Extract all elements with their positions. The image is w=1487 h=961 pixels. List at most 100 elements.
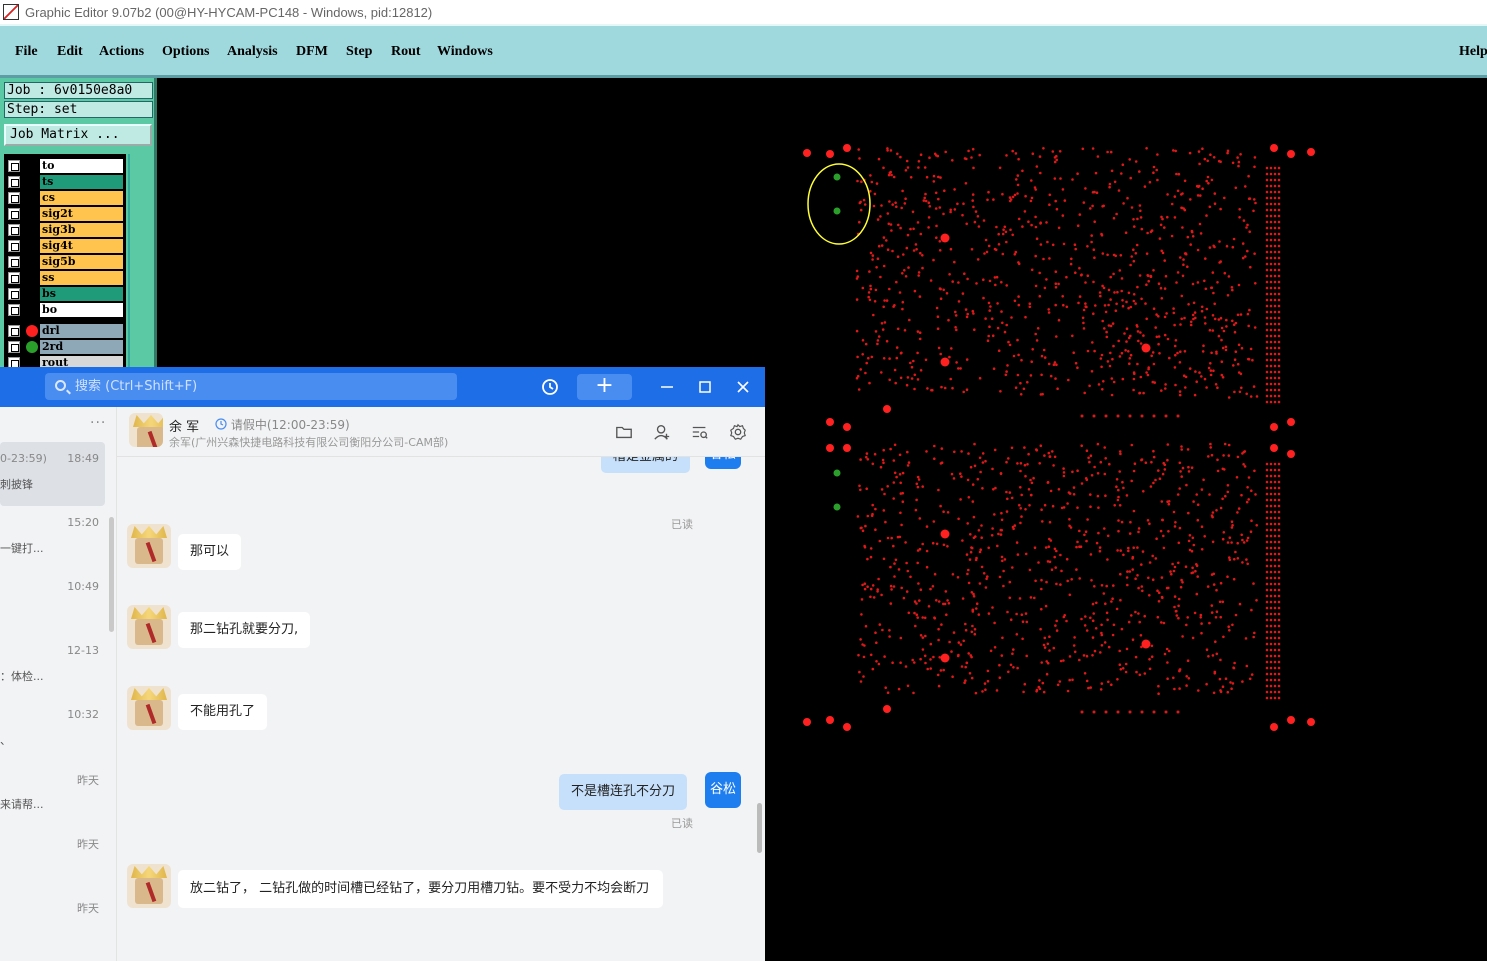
my-avatar[interactable]: 谷松 <box>705 772 741 808</box>
layer-row-sig2t[interactable]: sig2t <box>4 206 126 222</box>
drill-hole <box>913 661 916 664</box>
layer-row-bo[interactable]: bo <box>4 302 126 318</box>
layer-checkbox[interactable] <box>8 192 20 204</box>
drill-hole <box>906 233 910 237</box>
layer-row-ts[interactable]: ts <box>4 174 126 190</box>
contact-avatar[interactable] <box>127 864 171 908</box>
layer-row-sig5b[interactable]: sig5b <box>4 254 126 270</box>
drill-hole <box>1156 153 1159 156</box>
menu-rout[interactable]: Rout <box>391 44 421 60</box>
drill-hole <box>1103 527 1106 530</box>
drill-hole <box>1004 230 1008 234</box>
menu-windows[interactable]: Windows <box>437 44 493 60</box>
conversation-item[interactable]: 12-13 ：体检... <box>0 634 105 694</box>
layer-checkbox[interactable] <box>8 272 20 284</box>
more-icon[interactable]: ··· <box>90 415 106 431</box>
chat-scrollbar[interactable] <box>757 803 762 853</box>
layer-row-sig4t[interactable]: sig4t <box>4 238 126 254</box>
layer-checkbox[interactable] <box>8 160 20 172</box>
conversation-item[interactable]: 昨天 <box>0 826 105 886</box>
conversation-time: 18:49 <box>67 452 99 465</box>
drill-hole <box>957 517 960 521</box>
drill-hole <box>1273 504 1277 508</box>
layer-checkbox[interactable] <box>8 341 20 353</box>
drill-hole <box>1081 147 1085 151</box>
drill-hole <box>965 315 969 319</box>
drill-hole <box>904 541 907 544</box>
add-member-icon[interactable] <box>653 423 671 441</box>
layer-checkbox[interactable] <box>8 176 20 188</box>
search-input[interactable]: 搜索 (Ctrl+Shift+F) <box>45 373 457 400</box>
minimize-icon[interactable] <box>656 375 678 401</box>
layer-checkbox[interactable] <box>8 224 20 236</box>
drill-hole <box>1273 304 1277 308</box>
layer-row-bs[interactable]: bs <box>4 286 126 302</box>
drill-hole <box>1277 486 1281 490</box>
layer-row-ss[interactable]: ss <box>4 270 126 286</box>
drill-hole <box>895 205 898 208</box>
add-button[interactable]: + <box>577 374 632 400</box>
menu-help[interactable]: Help <box>1459 44 1487 60</box>
drill-hole <box>916 330 920 333</box>
menu-actions[interactable]: Actions <box>99 44 144 60</box>
drill-layer-row-2rd[interactable]: 2rd <box>4 339 126 355</box>
drill-hole <box>1248 308 1251 312</box>
conversation-item[interactable]: 0-23:59) 18:49 刺披锋 <box>0 442 105 506</box>
drill-hole <box>862 675 865 678</box>
conversation-item[interactable]: 15:20 一键打... <box>0 506 105 566</box>
drill-hole <box>1112 272 1115 276</box>
menu-analysis[interactable]: Analysis <box>227 44 278 60</box>
drill-hole <box>1016 666 1019 670</box>
conversation-item[interactable]: 昨天 <box>0 890 105 950</box>
layer-checkbox[interactable] <box>8 256 20 268</box>
drill-layer-row-drl[interactable]: drl <box>4 323 126 339</box>
maximize-icon[interactable] <box>694 375 716 401</box>
layer-checkbox[interactable] <box>8 240 20 252</box>
layer-checkbox[interactable] <box>8 208 20 220</box>
menu-dfm[interactable]: DFM <box>296 44 328 60</box>
contact-avatar[interactable] <box>129 413 163 447</box>
conversation-item[interactable]: 10:32、 <box>0 698 105 758</box>
settings-gear-icon[interactable] <box>729 423 747 441</box>
drill-hole <box>1202 344 1205 348</box>
menu-step[interactable]: Step <box>346 44 372 60</box>
drill-hole <box>939 462 943 465</box>
drill-hole <box>876 218 880 221</box>
drill-hole <box>1085 629 1089 632</box>
drill-hole <box>1134 160 1138 163</box>
folder-icon[interactable] <box>615 423 633 441</box>
drill-hole <box>1140 563 1143 566</box>
layer-row-to[interactable]: to <box>4 158 126 174</box>
contact-avatar[interactable] <box>127 605 171 649</box>
drill-hole <box>1085 679 1089 683</box>
drill-hole <box>1053 555 1056 559</box>
drill-hole <box>1174 383 1177 387</box>
conversation-item[interactable]: 昨天 来请帮... <box>0 762 105 822</box>
drill-hole <box>1088 384 1091 388</box>
contact-avatar[interactable] <box>127 524 171 568</box>
layer-row-cs[interactable]: cs <box>4 190 126 206</box>
menu-options[interactable]: Options <box>162 44 209 60</box>
history-icon[interactable] <box>538 375 562 404</box>
layer-row-sig3b[interactable]: sig3b <box>4 222 126 238</box>
menu-edit[interactable]: Edit <box>57 44 83 60</box>
drill-hole <box>1221 346 1225 350</box>
contact-avatar[interactable] <box>127 686 171 730</box>
menu-file[interactable]: File <box>15 44 38 60</box>
drill-hole <box>972 166 975 170</box>
close-icon[interactable] <box>732 375 754 401</box>
layer-scrollbar[interactable] <box>128 154 152 374</box>
search-history-icon[interactable] <box>691 423 709 441</box>
drill-hole <box>1265 546 1269 550</box>
job-matrix-button[interactable]: Job Matrix ... <box>4 124 152 146</box>
drill-hole <box>1106 618 1109 622</box>
layer-checkbox[interactable] <box>8 325 20 337</box>
drill-hole <box>1104 457 1107 460</box>
conversation-item[interactable]: 10:49 <box>0 570 105 630</box>
conversation-scrollbar[interactable] <box>109 517 114 632</box>
layer-checkbox[interactable] <box>8 288 20 300</box>
drill-hole <box>1277 468 1281 472</box>
drill-hole <box>1122 202 1125 205</box>
layer-checkbox[interactable] <box>8 304 20 316</box>
drill-hole <box>1269 382 1273 386</box>
